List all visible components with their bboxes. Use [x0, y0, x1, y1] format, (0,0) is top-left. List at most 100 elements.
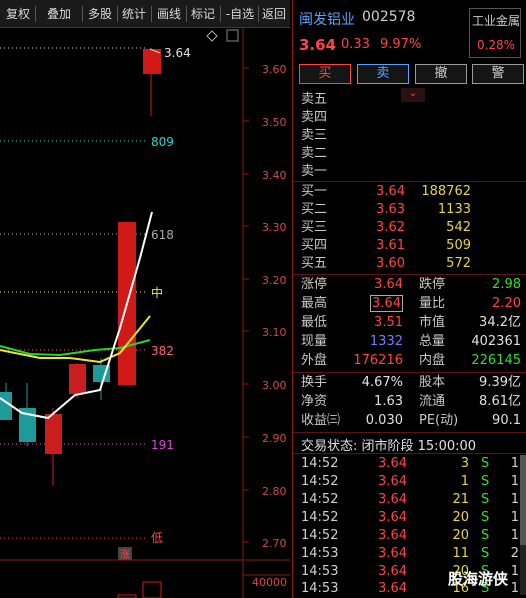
quote-panel: 闽发铝业 002578 工业金属 0.28% 3.64 0.33 9.97% 买…	[292, 0, 526, 598]
tick-count: 1	[510, 492, 519, 507]
toolbar-separator	[186, 6, 187, 22]
toolbar-button-back[interactable]: 返回	[260, 4, 288, 24]
price-tick-label: 2.90	[262, 432, 287, 445]
diamond-icon[interactable]	[206, 30, 218, 42]
fib-label-618: 618	[151, 228, 174, 242]
tick-side: S	[481, 474, 490, 489]
tick-volume: 3	[460, 456, 469, 471]
tick-side: S	[481, 510, 490, 525]
scrollbar-thumb[interactable]	[520, 455, 526, 545]
net-assets: 1.63	[374, 394, 403, 409]
bid-row: 买四 3.61 509	[293, 237, 526, 255]
limit-up-badge: 涨	[118, 547, 132, 561]
alert-button[interactable]: 警	[472, 64, 524, 84]
bid-row: 买三 3.62 542	[293, 219, 526, 237]
stat-row: 外盘 176216 内盘 226145	[293, 352, 526, 370]
outer-volume: 176216	[353, 353, 403, 368]
price-change-pct: 9.97%	[380, 37, 422, 52]
total-volume: 402361	[471, 334, 521, 349]
stat-label: 流通	[419, 394, 446, 409]
divider	[293, 372, 526, 373]
tick-price: 3.64	[378, 456, 407, 471]
bid-row: 买一 3.64 188762	[293, 183, 526, 201]
tick-time: 14:52	[301, 456, 339, 471]
bid-label: 买三	[301, 220, 328, 235]
tick-row: 14:53 3.64 11 S 2	[293, 545, 526, 563]
price-tick-label: 3.00	[262, 379, 287, 392]
cancel-order-button[interactable]: 撤	[415, 64, 467, 84]
market-cap: 34.2亿	[479, 315, 521, 330]
eps: 0.030	[365, 413, 403, 428]
stat-row: 收益㈢ 0.030 PE(动) 90.1	[293, 412, 526, 430]
divider	[293, 181, 526, 182]
bid-volume: 542	[446, 220, 471, 235]
ask-label: 卖三	[301, 128, 328, 143]
tick-row: 14:52 3.64 3 S 1	[293, 455, 526, 473]
bid-row: 买五 3.60 572	[293, 255, 526, 273]
tick-volume: 20	[452, 510, 469, 525]
pe-ratio: 90.1	[492, 413, 521, 428]
bid-label: 买五	[301, 256, 328, 271]
tick-side: S	[481, 492, 490, 507]
low-price: 3.51	[374, 315, 403, 330]
tick-count: 2	[510, 546, 519, 561]
candle-up	[45, 414, 62, 454]
ask-label: 卖四	[301, 110, 328, 125]
tick-price: 3.64	[378, 510, 407, 525]
high-price: 3.64	[349, 295, 403, 313]
toolbar-button-multi-stock[interactable]: 多股	[85, 4, 115, 24]
industry-box[interactable]: 工业金属 0.28%	[469, 8, 521, 58]
buy-button[interactable]: 买	[299, 64, 351, 84]
divider	[293, 432, 526, 433]
tick-time: 14:53	[301, 564, 339, 579]
divider	[293, 453, 526, 454]
ask-row: 卖四	[293, 109, 526, 127]
stat-label: 跌停	[419, 277, 446, 292]
stock-code: 002578	[362, 9, 416, 25]
toolbar-button-fuquan[interactable]: 复权	[4, 4, 32, 24]
bid-volume: 188762	[421, 184, 471, 199]
tick-volume: 11	[452, 546, 469, 561]
stock-name[interactable]: 闽发铝业	[299, 9, 355, 29]
bid-price: 3.64	[376, 184, 405, 199]
tick-row: 14:52 3.64 20 S 1	[293, 527, 526, 545]
price-tick-label: 3.60	[262, 63, 287, 76]
toolbar-button-stats[interactable]: 统计	[120, 4, 148, 24]
fib-lines: 809 618 中 382 191 低	[0, 47, 174, 545]
trade-buttons: 买 卖 撤 警	[293, 62, 526, 86]
fib-label-809: 809	[151, 135, 174, 149]
price-tick-label: 3.30	[262, 221, 287, 234]
bid-price: 3.60	[376, 256, 405, 271]
bid-row: 买二 3.63 1133	[293, 201, 526, 219]
volume-bars	[117, 581, 162, 598]
toolbar-button-mark[interactable]: 标记	[189, 4, 217, 24]
industry-name: 工业金属	[471, 14, 520, 28]
fib-label-low: 低	[151, 531, 163, 545]
tick-price: 3.64	[378, 492, 407, 507]
bid-label: 买四	[301, 238, 328, 253]
fib-label-mid: 中	[151, 285, 163, 300]
high-price-label: 3.64	[164, 46, 191, 60]
stat-label: 总量	[419, 334, 446, 349]
bid-volume: 1133	[437, 202, 471, 217]
ticks-scrollbar[interactable]	[520, 455, 526, 595]
tick-count: 1	[510, 528, 519, 543]
last-volume: 1332	[369, 334, 403, 349]
volume-ratio: 2.20	[492, 296, 521, 311]
tick-row: 14:52 3.64 21 S 1	[293, 491, 526, 509]
industry-change-pct: 0.28%	[476, 38, 516, 52]
toolbar-button-overlay[interactable]: 叠加	[38, 4, 80, 24]
candlestick-chart[interactable]: 3.60 3.50 3.40 3.30 3.20 3.10 3.00 2.90 …	[0, 28, 290, 598]
toolbar-button-remove-watchlist[interactable]: -自选	[223, 4, 257, 24]
total-shares: 9.39亿	[479, 375, 521, 390]
tick-price: 3.64	[378, 474, 407, 489]
stat-label: 内盘	[419, 353, 446, 368]
sell-button[interactable]: 卖	[357, 64, 409, 84]
toolbar-button-draw-line[interactable]: 画线	[154, 4, 184, 24]
bid-price: 3.61	[376, 238, 405, 253]
ask-label: 卖一	[301, 164, 328, 179]
fib-label-382: 382	[151, 344, 174, 358]
square-icon[interactable]	[226, 29, 239, 42]
stat-label: 现量	[301, 334, 328, 349]
ask-label: 卖二	[301, 146, 328, 161]
